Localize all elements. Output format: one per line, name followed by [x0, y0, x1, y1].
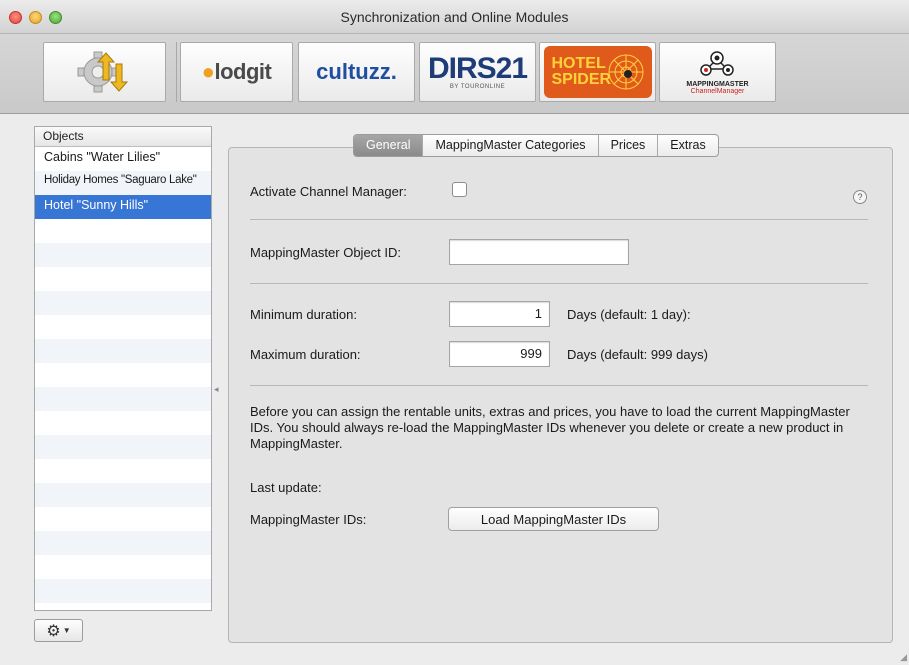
max-duration-hint: Days (default: 999 days): [567, 347, 708, 362]
max-duration-field[interactable]: 999: [449, 341, 550, 367]
mappingmaster-ids-label: MappingMaster IDs:: [250, 512, 367, 527]
gear-sync-icon: [77, 51, 128, 93]
mappingmaster-network-icon: [700, 51, 735, 76]
mappingmaster-button[interactable]: MAPPINGMASTER ChannelManager: [659, 42, 776, 102]
spider-web-icon: [608, 54, 643, 90]
gear-icon: ⚙: [46, 622, 61, 640]
cultuzz-button[interactable]: cultuzz.: [298, 42, 415, 102]
resize-grip[interactable]: ◢: [900, 652, 907, 663]
dirs21-button[interactable]: DIRS21 BY TOURONLINE: [419, 42, 536, 102]
split-view-handle[interactable]: ◂: [214, 384, 219, 395]
help-icon[interactable]: ?: [853, 190, 867, 204]
tab-extras[interactable]: Extras: [658, 135, 717, 156]
empty-row: [35, 387, 211, 411]
tab-prices[interactable]: Prices: [599, 135, 659, 156]
window-title: Synchronization and Online Modules: [340, 9, 569, 25]
tab-bar: General MappingMaster Categories Prices …: [353, 134, 719, 157]
empty-row: [35, 243, 211, 267]
divider: [250, 385, 868, 386]
empty-row: [35, 267, 211, 291]
object-id-field[interactable]: [449, 239, 629, 265]
instructions-text: Before you can assign the rentable units…: [250, 404, 850, 451]
empty-row: [35, 483, 211, 507]
tab-general[interactable]: General: [354, 135, 424, 156]
cultuzz-logo: cultuzz.: [316, 59, 397, 84]
dirs21-logo-sub: BY TOURONLINE: [449, 84, 506, 90]
actions-menu-button[interactable]: ⚙ ▼: [34, 619, 83, 642]
divider: [250, 219, 868, 220]
empty-row: [35, 507, 211, 531]
tab-mappingmaster-categories[interactable]: MappingMaster Categories: [423, 135, 599, 156]
hotel-spider-logo: HOTEL SPIDER: [543, 46, 652, 98]
lodgit-logo-text: lodgit: [214, 59, 272, 84]
sync-settings-button[interactable]: [43, 42, 166, 102]
dirs21-logo-text: DIRS21: [427, 52, 528, 85]
dirs21-logo: DIRS21 BY TOURONLINE: [427, 52, 528, 91]
empty-row: [35, 315, 211, 339]
lodgit-button[interactable]: ●lodgit: [180, 42, 293, 102]
max-duration-label: Maximum duration:: [250, 347, 361, 362]
last-update-label: Last update:: [250, 480, 322, 495]
objects-header[interactable]: Objects: [35, 127, 211, 147]
empty-row: [35, 531, 211, 555]
empty-row: [35, 555, 211, 579]
chevron-down-icon: ▼: [62, 626, 71, 635]
min-duration-field[interactable]: 1: [449, 301, 550, 327]
activate-channel-manager-label: Activate Channel Manager:: [250, 184, 407, 199]
empty-row: [35, 339, 211, 363]
empty-row: [35, 435, 211, 459]
empty-row: [35, 411, 211, 435]
load-mappingmaster-ids-button[interactable]: Load MappingMaster IDs: [448, 507, 659, 531]
object-item[interactable]: Holiday Homes "Saguaro Lake": [35, 171, 211, 195]
empty-row: [35, 291, 211, 315]
min-duration-hint: Days (default: 1 day):: [567, 307, 691, 322]
activate-channel-manager-checkbox[interactable]: [452, 182, 467, 197]
toolbar-separator: [176, 42, 177, 102]
object-item-selected[interactable]: Hotel "Sunny Hills": [35, 195, 211, 219]
lodgit-logo: ●lodgit: [201, 59, 272, 84]
hotel-spider-button[interactable]: HOTEL SPIDER: [539, 42, 656, 102]
empty-row: [35, 459, 211, 483]
object-item[interactable]: Cabins "Water Lilies": [35, 147, 211, 171]
object-id-label: MappingMaster Object ID:: [250, 245, 402, 260]
empty-row: [35, 219, 211, 243]
mappingmaster-logo-sub: ChannelManager: [690, 88, 745, 95]
empty-row: [35, 363, 211, 387]
objects-list[interactable]: Objects Cabins "Water Lilies" Holiday Ho…: [34, 126, 212, 611]
mappingmaster-logo-text: MAPPINGMASTER: [686, 81, 749, 88]
divider: [250, 283, 868, 284]
mappingmaster-logo: MAPPINGMASTER ChannelManager: [686, 49, 749, 95]
empty-row: [35, 579, 211, 603]
tab-panel: [228, 147, 893, 643]
toolbar: ●lodgit cultuzz. DIRS21 BY TOURONLINE HO…: [0, 34, 909, 114]
min-duration-label: Minimum duration:: [250, 307, 357, 322]
window: Synchronization and Online Modules ●lodg…: [0, 0, 909, 665]
title-bar: Synchronization and Online Modules: [0, 0, 909, 34]
